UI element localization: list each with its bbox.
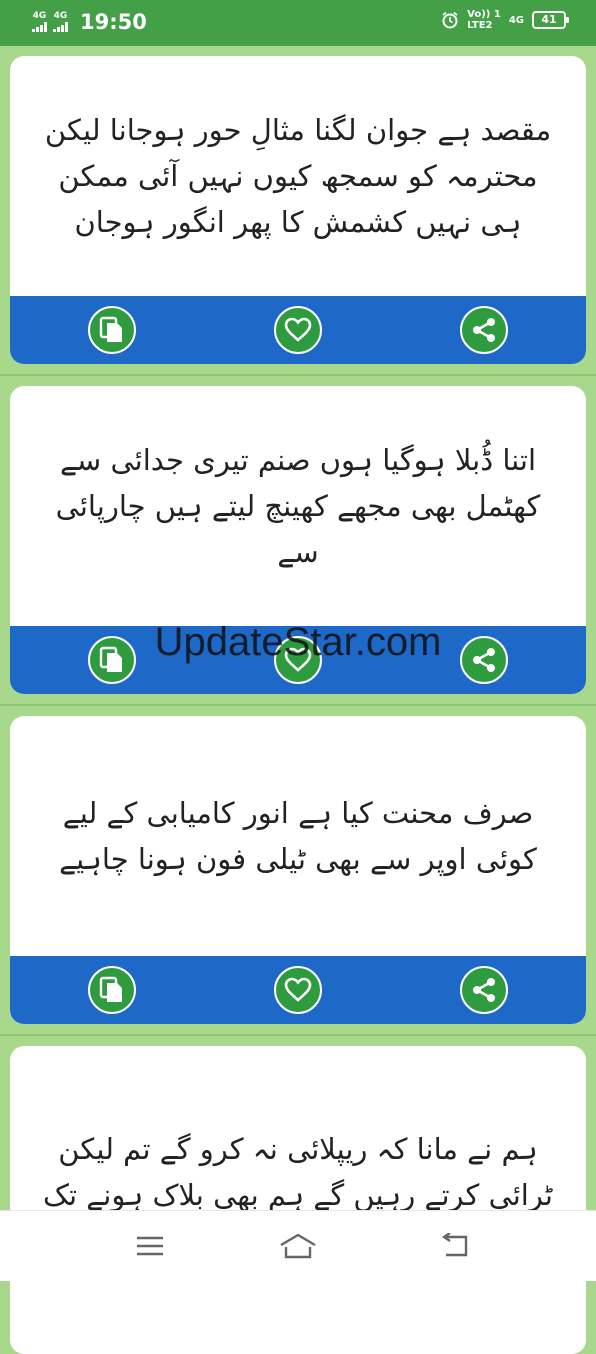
menu-icon	[137, 1236, 163, 1256]
card-divider	[0, 374, 596, 376]
quote-text: صرف محنت کیا ہے انور کامیابی کے لیے کوئی…	[59, 796, 537, 876]
quote-card: ہم نے مانا کہ ریپلائی نہ کرو گے تم لیکن …	[10, 1046, 586, 1354]
back-button[interactable]	[434, 1231, 474, 1261]
copy-button[interactable]	[88, 306, 136, 354]
watermark: UpdateStar.com	[154, 620, 442, 664]
system-nav-bar	[0, 1210, 596, 1281]
signal-bars-icon	[32, 22, 47, 32]
home-button[interactable]	[278, 1231, 318, 1261]
share-button[interactable]	[460, 966, 508, 1014]
card-action-bar	[10, 296, 586, 364]
status-time: 19:50	[80, 10, 147, 34]
heart-icon	[284, 317, 312, 342]
alarm-icon	[442, 11, 458, 29]
quote-card: صرف محنت کیا ہے انور کامیابی کے لیے کوئی…	[10, 716, 586, 1024]
heart-icon	[284, 977, 312, 1002]
card-divider	[0, 704, 596, 706]
favorite-button[interactable]	[274, 306, 322, 354]
quote-card: مقصد ہے جوان لگنا مثالِ حور ہوجانا لیکن …	[10, 56, 586, 364]
copy-icon	[99, 976, 122, 1002]
signal-sim2: 4G	[53, 12, 68, 32]
share-button[interactable]	[460, 306, 508, 354]
signal-bars-icon	[53, 22, 68, 32]
menu-button[interactable]	[130, 1231, 170, 1261]
battery-icon: 41	[532, 11, 569, 29]
signal-sim1: 4G	[32, 12, 47, 32]
quote-text: مقصد ہے جوان لگنا مثالِ حور ہوجانا لیکن …	[44, 113, 552, 239]
copy-button[interactable]	[88, 966, 136, 1014]
card-divider	[0, 1034, 596, 1036]
network-type: 4G	[508, 14, 524, 26]
share-icon	[473, 318, 495, 342]
home-icon	[280, 1233, 316, 1259]
volte-indicator: Vo)) 1 LTE2	[467, 9, 501, 31]
quote-text: اتنا ڈُبلا ہوگیا ہوں صنم تیری جدائی سے ک…	[55, 443, 541, 569]
back-icon	[441, 1233, 468, 1257]
copy-icon	[99, 316, 122, 342]
status-bar: 4G 4G 19:50 Vo)) 1 LTE2 4G 41	[0, 0, 596, 46]
share-icon	[473, 978, 495, 1002]
card-action-bar	[10, 956, 586, 1024]
favorite-button[interactable]	[274, 966, 322, 1014]
